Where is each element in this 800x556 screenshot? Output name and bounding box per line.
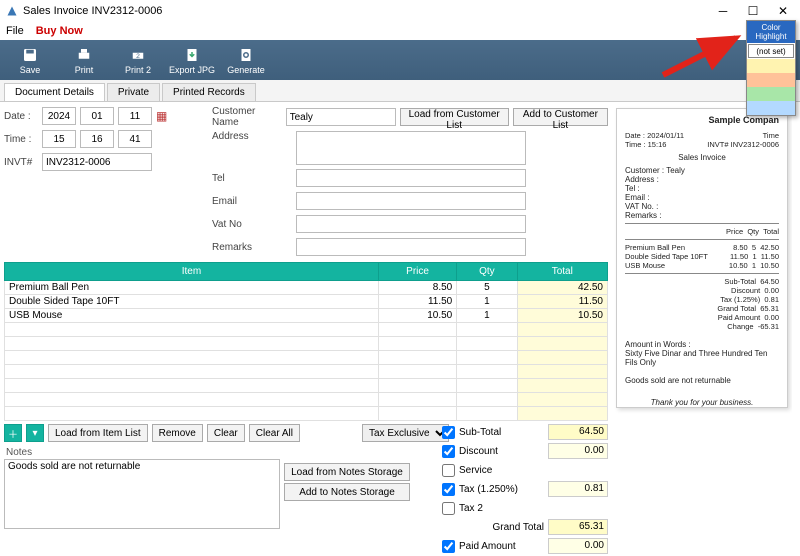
color-highlight-header: Color Highlight — [747, 21, 795, 43]
generate-icon — [237, 46, 255, 64]
date-year-input[interactable] — [42, 107, 76, 125]
clear-item-button[interactable]: Clear — [207, 424, 245, 442]
discount-check[interactable] — [442, 445, 455, 458]
add-customer-button[interactable]: Add to Customer List — [513, 108, 608, 126]
window-title: Sales Invoice INV2312-0006 — [23, 5, 162, 17]
menu-buy-now[interactable]: Buy Now — [36, 25, 83, 37]
customer-name-input[interactable] — [286, 108, 396, 126]
minimize-button[interactable]: ─ — [708, 0, 738, 22]
paid-check[interactable] — [442, 540, 455, 553]
tax2-check[interactable] — [442, 502, 455, 515]
remove-item-button[interactable]: Remove — [152, 424, 203, 442]
menu-bar: File Buy Now — [0, 22, 800, 40]
tax-value[interactable]: 0.81 — [548, 481, 608, 497]
col-price: Price — [378, 263, 456, 281]
svg-text:2: 2 — [136, 53, 140, 60]
tel-label: Tel — [212, 173, 292, 184]
document-form: Date : ▦ Time : INVT# — [0, 102, 612, 516]
color-opt-yellow[interactable] — [747, 59, 795, 73]
col-item: Item — [5, 263, 379, 281]
date-label: Date : — [4, 111, 38, 122]
save-button[interactable]: Save — [6, 42, 54, 78]
customer-name-label: Customer Name — [212, 106, 282, 128]
invoice-preview: Sample Compan Date : 2024/01/11Time Time… — [616, 108, 788, 408]
remarks-input[interactable] — [296, 238, 526, 256]
close-button[interactable]: ✕ — [768, 0, 798, 22]
items-table[interactable]: Item Price Qty Total Premium Ball Pen8.5… — [4, 262, 608, 421]
tab-document-details[interactable]: Document Details — [4, 83, 105, 101]
subtotal-check[interactable] — [442, 426, 455, 439]
subtotal-value: 64.50 — [548, 424, 608, 440]
notes-textarea[interactable]: Goods sold are not returnable — [4, 459, 280, 529]
grand-total-value: 65.31 — [548, 519, 608, 535]
table-row[interactable]: Premium Ball Pen8.50542.50 — [5, 281, 608, 295]
email-input[interactable] — [296, 192, 526, 210]
clear-all-button[interactable]: Clear All — [249, 424, 300, 442]
color-opt-notset[interactable]: (not set) — [748, 44, 794, 58]
color-opt-green[interactable] — [747, 87, 795, 101]
email-label: Email — [212, 196, 292, 207]
notes-header: Notes — [4, 445, 284, 459]
date-month-input[interactable] — [80, 107, 114, 125]
time-label: Time : — [4, 134, 38, 145]
time-sec-input[interactable] — [118, 130, 152, 148]
tel-input[interactable] — [296, 169, 526, 187]
app-icon — [6, 5, 18, 17]
remarks-label: Remarks — [212, 242, 292, 253]
preview-company: Sample Compan — [625, 115, 779, 125]
col-qty: Qty — [457, 263, 517, 281]
generate-button[interactable]: Generate — [222, 42, 270, 78]
table-row[interactable] — [5, 393, 608, 407]
print2-button[interactable]: 2 Print 2 — [114, 42, 162, 78]
col-total: Total — [517, 263, 607, 281]
invt-label: INVT# — [4, 157, 38, 168]
discount-value[interactable]: 0.00 — [548, 443, 608, 459]
row-menu-button[interactable]: ▾ — [26, 424, 44, 442]
tab-bar: Document Details Private Printed Records — [0, 80, 800, 102]
load-customer-button[interactable]: Load from Customer List — [400, 108, 509, 126]
color-highlight-dropdown[interactable]: Color Highlight (not set) — [746, 20, 796, 116]
menu-file[interactable]: File — [6, 25, 24, 37]
paid-value[interactable]: 0.00 — [548, 538, 608, 554]
vat-label: Vat No — [212, 219, 292, 230]
time-hour-input[interactable] — [42, 130, 76, 148]
time-min-input[interactable] — [80, 130, 114, 148]
table-row[interactable]: Double Sided Tape 10FT11.50111.50 — [5, 295, 608, 309]
service-check[interactable] — [442, 464, 455, 477]
title-bar: Sales Invoice INV2312-0006 ─ ☐ ✕ — [0, 0, 800, 22]
maximize-button[interactable]: ☐ — [738, 0, 768, 22]
add-notes-button[interactable]: Add to Notes Storage — [284, 483, 410, 501]
address-label: Address — [212, 131, 292, 142]
address-input[interactable] — [296, 131, 526, 165]
table-row[interactable] — [5, 379, 608, 393]
vat-input[interactable] — [296, 215, 526, 233]
tab-printed-records[interactable]: Printed Records — [162, 83, 256, 101]
date-day-input[interactable] — [118, 107, 152, 125]
table-row[interactable] — [5, 337, 608, 351]
load-item-button[interactable]: Load from Item List — [48, 424, 148, 442]
export-icon — [183, 46, 201, 64]
table-row[interactable]: USB Mouse10.50110.50 — [5, 309, 608, 323]
calendar-icon[interactable]: ▦ — [156, 109, 167, 123]
table-row[interactable] — [5, 365, 608, 379]
printer2-icon: 2 — [129, 46, 147, 64]
load-notes-button[interactable]: Load from Notes Storage — [284, 463, 410, 481]
printer-icon — [75, 46, 93, 64]
color-opt-orange[interactable] — [747, 73, 795, 87]
table-row[interactable] — [5, 407, 608, 421]
add-row-button[interactable]: ＋ — [4, 424, 22, 442]
tax-check[interactable] — [442, 483, 455, 496]
table-row[interactable] — [5, 351, 608, 365]
invt-input[interactable] — [42, 153, 152, 171]
main-toolbar: Save Print 2 Print 2 Export JPG Generate — [0, 40, 800, 80]
export-jpg-button[interactable]: Export JPG — [168, 42, 216, 78]
save-icon — [21, 46, 39, 64]
table-row[interactable] — [5, 323, 608, 337]
tab-private[interactable]: Private — [107, 83, 160, 101]
color-opt-blue[interactable] — [747, 101, 795, 115]
print-button[interactable]: Print — [60, 42, 108, 78]
